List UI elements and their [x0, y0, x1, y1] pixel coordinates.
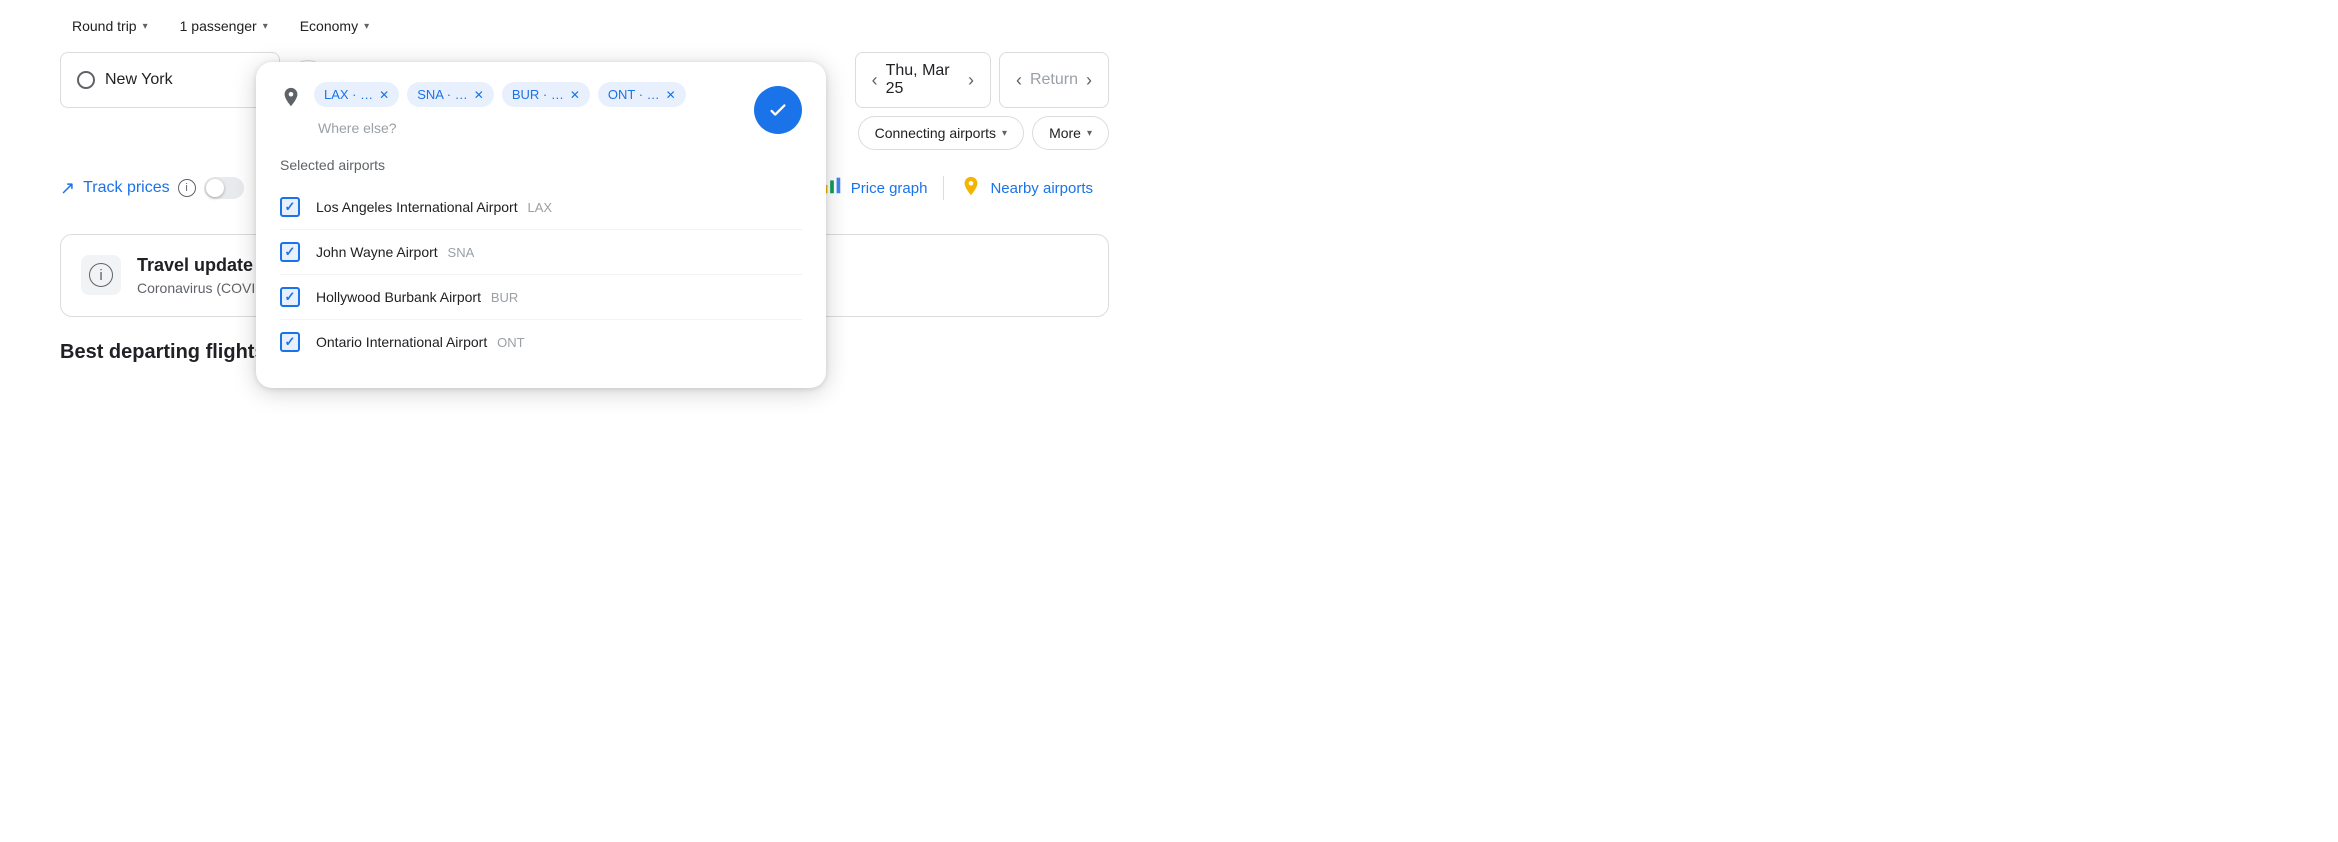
- selected-airports-label: Selected airports: [280, 157, 802, 173]
- airport-code-lax: LAX: [527, 200, 552, 215]
- chip-bur-remove[interactable]: ✕: [570, 88, 580, 102]
- cabin-label: Economy: [300, 18, 358, 34]
- travel-update-icon: i: [89, 263, 113, 287]
- airport-name-lax: Los Angeles International Airport LAX: [316, 199, 552, 215]
- check-sna: ✓: [285, 244, 296, 260]
- airport-name-lax-text: Los Angeles International Airport: [316, 199, 518, 215]
- cabin-selector[interactable]: Economy ▾: [288, 10, 381, 42]
- airport-name-ont: Ontario International Airport ONT: [316, 334, 525, 350]
- best-departing-title: Best departing flights: [60, 341, 266, 364]
- more-filter[interactable]: More ▾: [1032, 116, 1109, 150]
- track-prices-toggle[interactable]: [204, 177, 244, 199]
- track-prices-info-icon[interactable]: i: [178, 179, 196, 197]
- chip-sna[interactable]: SNA · … ✕: [407, 82, 494, 107]
- chip-lax-label: LAX · …: [324, 87, 373, 102]
- airport-checkbox-bur[interactable]: ✓: [280, 287, 300, 307]
- toggle-thumb: [206, 179, 224, 197]
- connecting-airports-chevron: ▾: [1002, 128, 1007, 139]
- passenger-selector[interactable]: 1 passenger ▾: [168, 10, 280, 42]
- check-ont: ✓: [285, 334, 296, 350]
- trip-type-label: Round trip: [72, 18, 137, 34]
- airport-code-bur: BUR: [491, 290, 518, 305]
- date-nav-prev[interactable]: ‹: [872, 70, 878, 91]
- airport-name-ont-text: Ontario International Airport: [316, 334, 487, 350]
- connecting-airports-filter[interactable]: Connecting airports ▾: [858, 116, 1024, 150]
- airport-code-sna: SNA: [448, 245, 475, 260]
- airport-checkbox-ont[interactable]: ✓: [280, 332, 300, 352]
- connecting-airports-label: Connecting airports: [875, 125, 996, 141]
- cabin-chevron: ▾: [364, 21, 369, 32]
- chip-sna-remove[interactable]: ✕: [474, 88, 484, 102]
- airport-item-bur[interactable]: ✓ Hollywood Burbank Airport BUR: [280, 275, 802, 320]
- chips-area: LAX · … ✕ SNA · … ✕ BUR · … ✕ ONT · … ✕ …: [314, 82, 742, 141]
- track-prices-label[interactable]: Track prices: [83, 179, 170, 197]
- chip-sna-label: SNA · …: [417, 87, 468, 102]
- trip-type-chevron: ▾: [143, 21, 148, 32]
- chip-lax[interactable]: LAX · … ✕: [314, 82, 399, 107]
- date-field[interactable]: ‹ Thu, Mar 25 ›: [855, 52, 991, 108]
- check-lax: ✓: [285, 199, 296, 215]
- chip-lax-remove[interactable]: ✕: [379, 88, 389, 102]
- airport-item-ont[interactable]: ✓ Ontario International Airport ONT: [280, 320, 802, 364]
- popup-header: LAX · … ✕ SNA · … ✕ BUR · … ✕ ONT · … ✕ …: [280, 82, 802, 141]
- airport-checkbox-lax[interactable]: ✓: [280, 197, 300, 217]
- airport-name-bur: Hollywood Burbank Airport BUR: [316, 289, 518, 305]
- where-else-input[interactable]: Where else?: [314, 115, 414, 141]
- airport-code-ont: ONT: [497, 335, 524, 350]
- origin-icon: [77, 71, 95, 89]
- passenger-label: 1 passenger: [180, 18, 257, 34]
- airport-item-lax[interactable]: ✓ Los Angeles International Airport LAX: [280, 185, 802, 230]
- confirm-button[interactable]: [754, 86, 802, 134]
- chip-ont-label: ONT · …: [608, 87, 660, 102]
- airport-name-sna-text: John Wayne Airport: [316, 244, 438, 260]
- more-chevron: ▾: [1087, 128, 1092, 139]
- track-prices-icon: ↗: [60, 178, 75, 199]
- popup-location-icon: [280, 86, 302, 114]
- chip-ont-remove[interactable]: ✕: [666, 88, 676, 102]
- nearby-airports-button[interactable]: Nearby airports: [944, 167, 1109, 209]
- airport-list: ✓ Los Angeles International Airport LAX …: [280, 185, 802, 364]
- date-label: Thu, Mar 25: [886, 62, 960, 98]
- return-date-field[interactable]: ‹ Return ›: [999, 52, 1109, 108]
- chip-bur[interactable]: BUR · … ✕: [502, 82, 590, 107]
- where-else-placeholder: Where else?: [318, 120, 397, 136]
- price-graph-label: Price graph: [851, 180, 928, 197]
- airport-name-sna: John Wayne Airport SNA: [316, 244, 474, 260]
- chip-ont[interactable]: ONT · … ✕: [598, 82, 686, 107]
- travel-update-icon-wrap: i: [81, 255, 121, 295]
- airport-item-sna[interactable]: ✓ John Wayne Airport SNA: [280, 230, 802, 275]
- airport-dropdown-popup: LAX · … ✕ SNA · … ✕ BUR · … ✕ ONT · … ✕ …: [256, 62, 826, 388]
- airport-checkbox-sna[interactable]: ✓: [280, 242, 300, 262]
- return-date-nav-prev[interactable]: ‹: [1016, 70, 1022, 91]
- trip-type-selector[interactable]: Round trip ▾: [60, 10, 160, 42]
- return-date-label: Return: [1030, 71, 1078, 89]
- return-date-nav-next[interactable]: ›: [1086, 70, 1092, 91]
- check-bur: ✓: [285, 289, 296, 305]
- origin-field[interactable]: New York: [60, 52, 280, 108]
- nearby-airports-label: Nearby airports: [990, 180, 1093, 197]
- chip-bur-label: BUR · …: [512, 87, 564, 102]
- origin-value: New York: [105, 71, 173, 89]
- passenger-chevron: ▾: [263, 21, 268, 32]
- nearby-airports-icon: [960, 175, 982, 201]
- more-label: More: [1049, 125, 1081, 141]
- airport-name-bur-text: Hollywood Burbank Airport: [316, 289, 481, 305]
- date-nav-next[interactable]: ›: [968, 70, 974, 91]
- top-bar: Round trip ▾ 1 passenger ▾ Economy ▾: [0, 0, 1169, 52]
